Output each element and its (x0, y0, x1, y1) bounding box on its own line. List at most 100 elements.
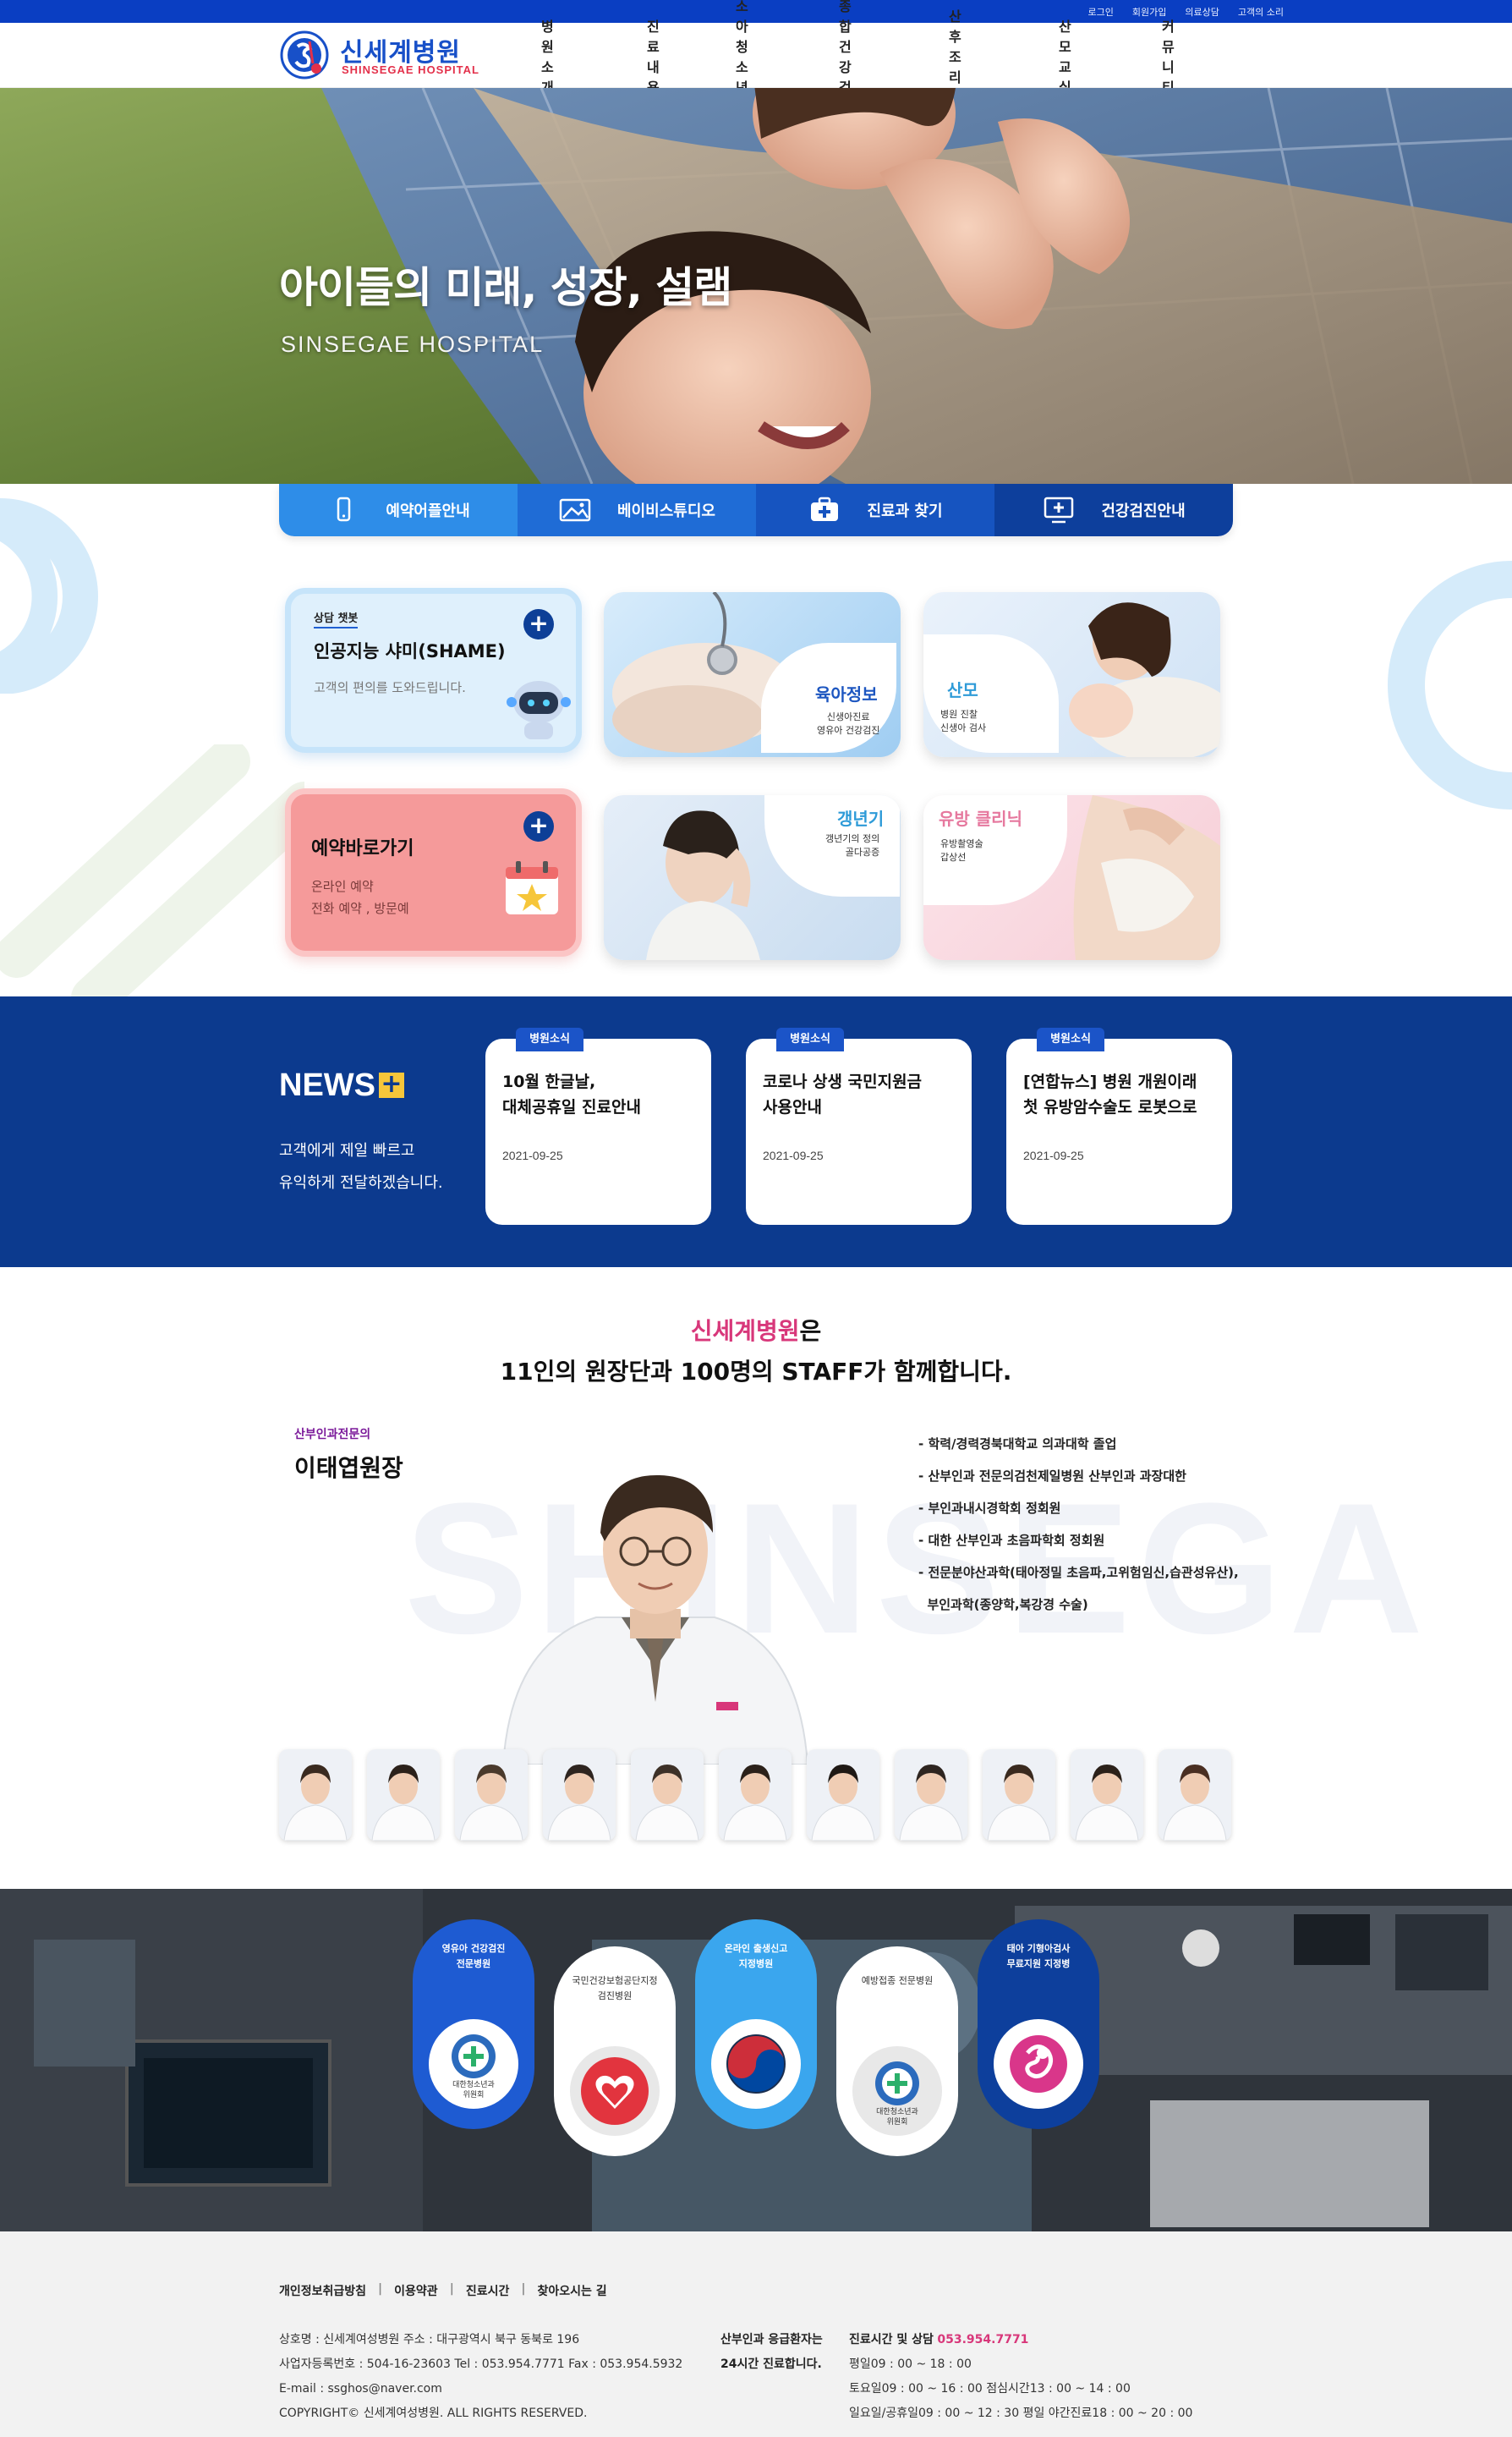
hours-line: 일요일/공휴일09 : 00 ~ 12 : 30 평일 야간진료18 : 00 … (849, 2407, 1193, 2420)
staff-portrait (283, 1765, 348, 1841)
nav-community[interactable]: 커뮤니티 (1162, 15, 1175, 96)
hours-line: 평일09 : 00 ~ 18 : 00 (849, 2357, 972, 2371)
news-tag: 병원소식 (516, 1028, 583, 1051)
menopause-desc: 갱년기의 정의 골다공증 (825, 832, 879, 859)
cert-badge-line: 위원회 (463, 2091, 485, 2099)
decor-circle-left (0, 498, 98, 694)
emergency-line: 산부인과 응급환자는 (720, 2333, 823, 2346)
reservation-plus-icon[interactable]: + (523, 811, 554, 842)
quick-label: 건강검진안내 (1101, 502, 1186, 520)
news-title-line: 첫 유방암수술도 로봇으로 (1023, 1098, 1197, 1117)
chatbot-card[interactable]: 상담 챗봇 인공지능 샤미(SHAME) 고객의 편의를 도와드립니다. + (285, 588, 582, 753)
cert-badge-line: 위원회 (886, 2118, 908, 2127)
quick-baby-studio[interactable]: 베이비스튜디오 (518, 484, 756, 536)
cert-badge: 대한청소년과 위원회 (429, 2019, 518, 2109)
news-desc-line: 고객에게 제일 빠르고 (279, 1142, 415, 1160)
news-title: NEWS (279, 1068, 375, 1103)
quick-health-checkup[interactable]: 건강검진안내 (994, 484, 1233, 536)
career-item: - 대한 산부인과 초음파학회 정회원 (918, 1533, 1105, 1548)
news-title-line: 코로나 상생 국민지원금 (763, 1073, 923, 1091)
chatbot-tag: 상담 챗봇 (314, 609, 359, 628)
career-item: - 산부인과 전문의검천제일병원 산부인과 과장대한 (918, 1468, 1186, 1484)
cert-text-line: 검진병원 (597, 1990, 633, 2001)
news-item[interactable]: 병원소식 [연합뉴스] 병원 개원이래 첫 유방암수술도 로봇으로 2021-0… (1006, 1028, 1232, 1225)
quick-find-department[interactable]: 진료과 찾기 (756, 484, 994, 536)
login-link[interactable]: 로그인 (1088, 5, 1114, 19)
news-title-line: 10월 한글날, (502, 1073, 596, 1091)
cert-text: 국민건강보험공단지정 검진병원 (561, 1973, 669, 2004)
nav-mother-class[interactable]: 산모교실 (1059, 15, 1071, 96)
staff-thumbnail[interactable] (807, 1749, 879, 1841)
hours-link[interactable]: 진료시간 (466, 2282, 510, 2299)
privacy-policy-link[interactable]: 개인정보취급방침 (279, 2282, 366, 2299)
clinic-hours: 진료시간 및 상담 053.954.7771 평일09 : 00 ~ 18 : … (849, 2328, 1192, 2426)
quick-app-reservation[interactable]: 예약어플안내 (279, 484, 518, 536)
mother-card[interactable]: 산모 병원 진찰 신생아 검사 (923, 592, 1220, 757)
cert-text: 태아 기형아검사 무료지원 지정병 (984, 1941, 1093, 1972)
staff-portrait (987, 1765, 1051, 1841)
news-date: 2021-09-25 (1023, 1149, 1084, 1162)
site-footer: 개인정보취급방침 | 이용약관 | 진료시간 | 찾아오시는 길 상호명 : 신세계여… (0, 2231, 1512, 2437)
cert-text: 영유아 건강검진 전문병원 (419, 1941, 528, 1972)
clinic-hours-title: 진료시간 및 상담 053.954.7771 (849, 2328, 1192, 2352)
staff-thumbnail[interactable] (719, 1749, 792, 1841)
terms-link[interactable]: 이용약관 (394, 2282, 438, 2299)
career-item: 부인과학(종양학,복강경 수술) (918, 1597, 1088, 1612)
news-tag: 병원소식 (776, 1028, 844, 1051)
staff-heading: 신세계병원은 11인의 원장단과 100명의 STAFF가 함께합니다. (0, 1313, 1512, 1387)
hours-phone[interactable]: 053.954.7771 (937, 2333, 1028, 2346)
phone-icon (337, 497, 351, 522)
hospital-logo[interactable]: 신세계병원 SHINSEGAE HOSPITAL (279, 28, 499, 82)
chatbot-plus-icon[interactable]: + (523, 609, 554, 639)
site-header: 신세계병원 SHINSEGAE HOSPITAL 병원소개 진료내용 소아청소년… (0, 0, 1512, 116)
career-item: - 부인과내시경학회 정회원 (918, 1501, 1061, 1516)
staff-thumbnail[interactable] (983, 1749, 1055, 1841)
staff-portrait (371, 1765, 436, 1841)
news-more-plus-icon[interactable]: + (379, 1072, 404, 1098)
news-item-title: 10월 한글날, 대체공휴일 진료안내 (502, 1069, 697, 1120)
staff-thumbnail[interactable] (1071, 1749, 1143, 1841)
parenting-desc-line: 영유아 건강검진 (817, 725, 880, 736)
parenting-card[interactable]: 육아정보 신생아진료 영유아 건강검진 (604, 592, 901, 757)
cert-fetal-anomaly-test[interactable]: 태아 기형아검사 무료지원 지정병 (978, 1919, 1099, 2129)
news-section: NEWS + 고객에게 제일 빠르고 유익하게 전달하겠습니다. 병원소식 10… (0, 996, 1512, 1267)
cert-vaccination[interactable]: 예방접종 전문병원 대한청소년과 위원회 (836, 1946, 958, 2156)
staff-thumbnail[interactable] (367, 1749, 440, 1841)
first-aid-icon (811, 497, 839, 521)
news-item[interactable]: 병원소식 10월 한글날, 대체공휴일 진료안내 2021-09-25 (485, 1028, 711, 1225)
customer-voice-link[interactable]: 고객의 소리 (1238, 5, 1284, 19)
cert-text-line: 전문병원 (456, 1958, 491, 1969)
news-description: 고객에게 제일 빠르고 유익하게 전달하겠습니다. (279, 1135, 443, 1199)
breast-clinic-title: 유방 클리닉 (939, 809, 1022, 829)
cert-online-birth-report[interactable]: 온라인 출생신고 지정병원 (695, 1919, 817, 2129)
staff-thumbnail[interactable] (895, 1749, 967, 1841)
menopause-card[interactable]: 갱년기 갱년기의 정의 골다공증 (604, 795, 901, 960)
staff-thumbnail[interactable] (1159, 1749, 1231, 1841)
heart-icon (581, 2057, 649, 2125)
staff-portrait (1163, 1765, 1227, 1841)
cert-infant-checkup[interactable]: 영유아 건강검진 전문병원 대한청소년과 위원회 (413, 1919, 534, 2129)
breast-clinic-card[interactable]: 유방 클리닉 유방촬영술 갑상선 (923, 795, 1220, 960)
staff-thumbnail[interactable] (279, 1749, 352, 1841)
nav-about[interactable]: 병원소개 (541, 15, 554, 96)
staff-portrait (635, 1765, 699, 1841)
photo-icon (559, 498, 591, 522)
directions-link[interactable]: 찾아오시는 길 (537, 2282, 606, 2299)
staff-thumbnail[interactable] (631, 1749, 704, 1841)
cert-text-line: 국민건강보험공단지정 (572, 1975, 658, 1986)
logo-emblem-icon (280, 30, 329, 80)
news-item[interactable]: 병원소식 코로나 상생 국민지원금 사용안내 2021-09-25 (746, 1028, 972, 1225)
staff-thumbnail[interactable] (543, 1749, 616, 1841)
reservation-desc: 온라인 예약 전화 예약 , 방문예 (311, 875, 409, 919)
staff-thumbnail[interactable] (455, 1749, 528, 1841)
cert-national-health-checkup[interactable]: 국민건강보험공단지정 검진병원 (554, 1946, 676, 2156)
staff-portrait (723, 1765, 787, 1841)
cert-text-line: 온라인 출생신고 (724, 1943, 788, 1954)
consult-link[interactable]: 의료상담 (1185, 5, 1219, 19)
doctor-portrait (501, 1474, 809, 1765)
hero-title: 아이들의 미래, 성장, 설램 (279, 263, 732, 312)
career-item: - 학력/경력경북대학교 의과대학 졸업 (918, 1436, 1117, 1452)
nav-treatment[interactable]: 진료내용 (647, 15, 660, 96)
mother-desc-line: 병원 진찰 (940, 709, 978, 720)
reservation-card[interactable]: 예약바로가기 온라인 예약 전화 예약 , 방문예 + (285, 788, 582, 957)
